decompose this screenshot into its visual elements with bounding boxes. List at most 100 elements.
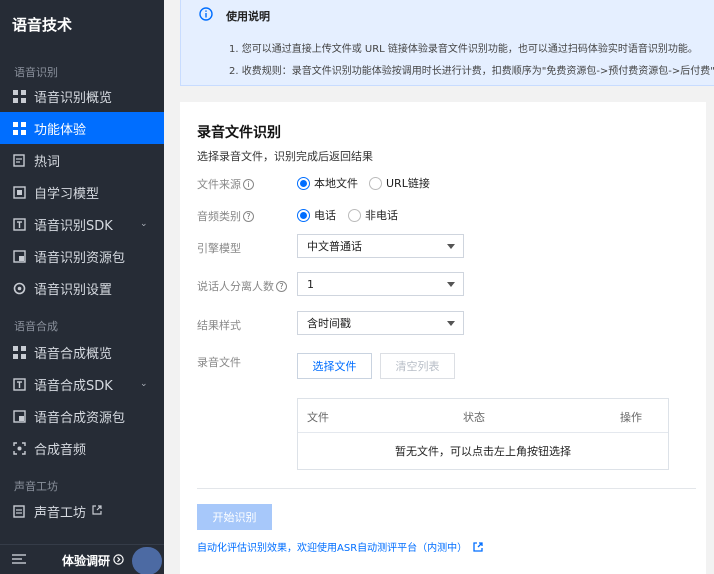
- source-label-text: 文件来源: [197, 178, 241, 191]
- table-header-action: 操作: [620, 411, 642, 424]
- sidebar-item-label: 功能体验: [34, 122, 87, 138]
- choose-file-button[interactable]: 选择文件: [297, 353, 372, 379]
- radio-unchecked-icon: [348, 208, 361, 222]
- engine-select-value: 中文普通话: [307, 240, 362, 253]
- info-icon: [199, 7, 213, 24]
- grid-icon: [12, 89, 26, 103]
- grid-icon: [12, 345, 26, 359]
- sidebar-item-hotwords[interactable]: 热词: [0, 144, 164, 176]
- notice-line-1: 1. 您可以通过直接上传文件或 URL 链接体验录音文件识别功能，也可以通过扫码…: [229, 44, 698, 55]
- sidebar-item-tts-package[interactable]: 语音合成资源包: [0, 400, 164, 432]
- audio-type-label-text: 音频类别: [197, 210, 241, 223]
- engine-select[interactable]: 中文普通话: [297, 234, 464, 258]
- package-icon: [12, 249, 26, 263]
- chevron-down-icon: ⌄: [140, 379, 148, 389]
- result-style-select[interactable]: 含时间戳: [297, 311, 464, 335]
- table-header-status: 状态: [463, 411, 485, 424]
- section-asr: 语音识别: [14, 66, 58, 79]
- sidebar-item-label: 语音合成资源包: [34, 410, 126, 426]
- asr-eval-link-text: 自动化评估识别效果，欢迎使用ASR自动测评平台（内测中）: [197, 543, 468, 554]
- info-icon[interactable]: i: [243, 178, 254, 190]
- sidebar-item-tts-overview[interactable]: 语音合成概览: [0, 336, 164, 368]
- panel-subtitle: 选择录音文件，识别完成后返回结果: [197, 150, 373, 163]
- radio-url-link[interactable]: URL链接: [369, 175, 430, 191]
- sidebar-item-voice-studio[interactable]: 声音工坊: [0, 495, 164, 527]
- table-header-file: 文件: [307, 411, 329, 424]
- radio-checked-icon: [297, 176, 310, 190]
- sidebar-item-asr-settings[interactable]: 语音识别设置: [0, 272, 164, 304]
- menu-collapse-icon[interactable]: [12, 553, 26, 568]
- sidebar-item-label: 自学习模型: [34, 186, 100, 202]
- chevron-down-icon: ⌄: [140, 219, 148, 229]
- speaker-count-label-text: 说话人分离人数: [197, 280, 274, 293]
- sidebar-item-label: 语音识别资源包: [34, 250, 126, 266]
- panel-title: 录音文件识别: [197, 125, 281, 141]
- table-divider: [298, 432, 668, 433]
- document-icon: [12, 504, 26, 518]
- radio-label: 电话: [314, 209, 336, 222]
- radio-label: 非电话: [365, 209, 398, 222]
- usage-notice: 使用说明 1. 您可以通过直接上传文件或 URL 链接体验录音文件识别功能，也可…: [180, 0, 714, 86]
- grid-icon: [12, 121, 26, 135]
- sidebar-item-label: 语音合成SDK: [34, 378, 113, 394]
- caret-down-icon: [447, 244, 455, 249]
- sidebar-item-label: 合成音频: [34, 442, 87, 458]
- result-style-label: 结果样式: [197, 319, 241, 332]
- radio-unchecked-icon: [369, 176, 382, 190]
- file-table: 文件 状态 操作 暂无文件，可以点击左上角按钮选择: [297, 398, 669, 470]
- sidebar-item-experience[interactable]: 功能体验: [0, 112, 164, 144]
- sidebar-item-label: 语音合成概览: [34, 346, 113, 362]
- table-empty-text: 暂无文件，可以点击左上角按钮选择: [395, 445, 571, 458]
- radio-phone[interactable]: 电话: [297, 207, 336, 223]
- sidebar-item-tts-sdk[interactable]: 语音合成SDK ⌄: [0, 368, 164, 400]
- caret-down-icon: [447, 282, 455, 287]
- sidebar-item-label: 热词: [34, 154, 61, 170]
- sidebar-item-asr-overview[interactable]: 语音识别概览: [0, 80, 164, 112]
- help-icon[interactable]: ?: [276, 280, 287, 292]
- notice-title: 使用说明: [226, 10, 270, 23]
- speaker-count-select[interactable]: 1: [297, 272, 464, 296]
- sidebar-item-asr-sdk[interactable]: 语音识别SDK ⌄: [0, 208, 164, 240]
- recording-recognition-panel: 录音文件识别 选择录音文件，识别完成后返回结果 文件来源 i 本地文件 URL链…: [180, 102, 706, 574]
- mascot-avatar[interactable]: [132, 547, 162, 574]
- gear-icon: [12, 281, 26, 295]
- source-label: 文件来源 i: [197, 176, 254, 192]
- recording-file-label: 录音文件: [197, 356, 241, 369]
- sdk-icon: [12, 377, 26, 391]
- external-link-icon: [473, 541, 483, 552]
- sidebar-bottom-bar: 体验调研: [0, 544, 164, 574]
- edit-doc-icon: [12, 153, 26, 167]
- radio-local-file[interactable]: 本地文件: [297, 175, 358, 191]
- result-style-value: 含时间戳: [307, 317, 351, 330]
- model-icon: [12, 185, 26, 199]
- start-recognition-button[interactable]: 开始识别: [197, 504, 272, 530]
- clear-list-button[interactable]: 清空列表: [380, 353, 455, 379]
- sidebar: 语音技术 语音识别 语音识别概览 功能体验 热词 自学习模型 语音识别SDK ⌄: [0, 0, 164, 574]
- help-icon[interactable]: ?: [243, 210, 254, 222]
- speaker-count-value: 1: [307, 277, 314, 291]
- radio-non-phone[interactable]: 非电话: [348, 207, 398, 223]
- engine-label: 引擎模型: [197, 242, 241, 255]
- sdk-icon: [12, 217, 26, 231]
- sidebar-item-asr-package[interactable]: 语音识别资源包: [0, 240, 164, 272]
- sidebar-item-synth-audio[interactable]: 合成音频: [0, 432, 164, 464]
- audio-type-label: 音频类别 ?: [197, 208, 254, 224]
- sidebar-item-label: 语音识别SDK: [34, 218, 113, 234]
- asr-eval-link[interactable]: 自动化评估识别效果，欢迎使用ASR自动测评平台（内测中）: [197, 539, 483, 554]
- radio-label: URL链接: [386, 177, 430, 190]
- radio-label: 本地文件: [314, 177, 358, 190]
- sidebar-item-label: 声音工坊: [34, 505, 87, 521]
- notice-line-2: 2. 收费规则：录音文件识别功能体验按调用时长进行计费，扣费顺序为"免费资源包-…: [229, 66, 714, 77]
- sidebar-title: 语音技术: [12, 16, 73, 34]
- arrow-circle-icon: [113, 553, 124, 568]
- divider: [197, 488, 696, 489]
- package-icon: [12, 409, 26, 423]
- section-studio: 声音工坊: [14, 480, 58, 493]
- external-link-icon: [92, 504, 102, 519]
- sidebar-item-self-learning[interactable]: 自学习模型: [0, 176, 164, 208]
- radio-checked-icon: [297, 208, 310, 222]
- survey-link[interactable]: 体验调研: [62, 552, 124, 569]
- survey-label: 体验调研: [62, 554, 111, 568]
- sidebar-item-label: 语音识别设置: [34, 282, 113, 298]
- caret-down-icon: [447, 321, 455, 326]
